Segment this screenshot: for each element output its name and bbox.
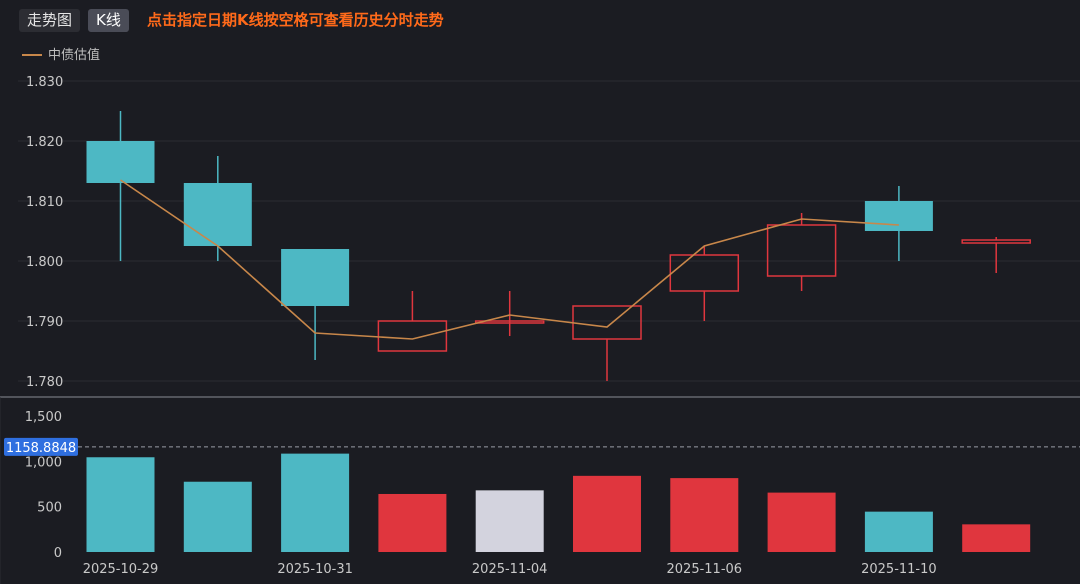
candle-body (864, 201, 933, 231)
x-tick-label: 2025-10-31 (277, 562, 353, 577)
volume-bars (86, 453, 1031, 552)
candle-body (766, 224, 837, 277)
volume-bar (378, 493, 447, 552)
candle-body (961, 239, 1031, 244)
crosshair-value-label: 1158.8848 (6, 441, 76, 456)
kline-y-tick-label: 1.800 (26, 255, 63, 270)
kline-y-tick-label: 1.820 (26, 135, 63, 150)
candle-body (572, 305, 642, 340)
candlestick (669, 246, 740, 321)
candlestick-series (86, 111, 1031, 381)
x-tick-label: 2025-10-29 (83, 562, 159, 577)
volume-bar (573, 475, 641, 552)
volume-bar (864, 511, 933, 552)
legend-label: 中债估值 (48, 47, 100, 63)
x-tick-label: 2025-11-06 (667, 562, 743, 577)
x-tick-label: 2025-11-10 (861, 562, 937, 577)
volume-y-tick-label: 1,500 (25, 410, 62, 425)
candlestick (281, 249, 350, 360)
candle-body (669, 254, 740, 292)
legend: 中债估值 (22, 47, 100, 63)
kline-y-tick-label: 1.790 (26, 315, 63, 330)
kline-y-tick-label: 1.810 (26, 195, 63, 210)
candlestick (474, 291, 545, 336)
candle-body (183, 183, 252, 246)
crosshair-cursor: 1158.8848 (4, 437, 1080, 456)
x-tick-label: 2025-11-04 (472, 562, 548, 577)
volume-y-tick-label: 1,000 (25, 455, 62, 470)
candlestick (86, 111, 155, 261)
volume-y-tick-label: 500 (37, 501, 62, 516)
volume-bar (767, 492, 836, 552)
kline-y-tick-label: 1.830 (26, 75, 63, 90)
candlestick (572, 305, 642, 381)
volume-bar (475, 490, 544, 552)
volume-bar (281, 453, 350, 552)
kline-chart[interactable]: 中债估值 1.830 1.820 1.810 1.800 1.790 1.780 1,500… (0, 0, 1080, 584)
volume-bar (183, 481, 252, 552)
candlestick (766, 213, 837, 291)
kline-y-tick-label: 1.780 (26, 375, 63, 390)
volume-bar (670, 478, 739, 552)
volume-bar (86, 457, 155, 552)
volume-bar (962, 524, 1031, 552)
volume-y-tick-label: 0 (54, 546, 62, 561)
candle-body (377, 320, 448, 352)
candlestick (961, 237, 1031, 273)
candlestick (377, 291, 448, 352)
candle-body (86, 141, 155, 183)
candle-body (281, 249, 350, 306)
